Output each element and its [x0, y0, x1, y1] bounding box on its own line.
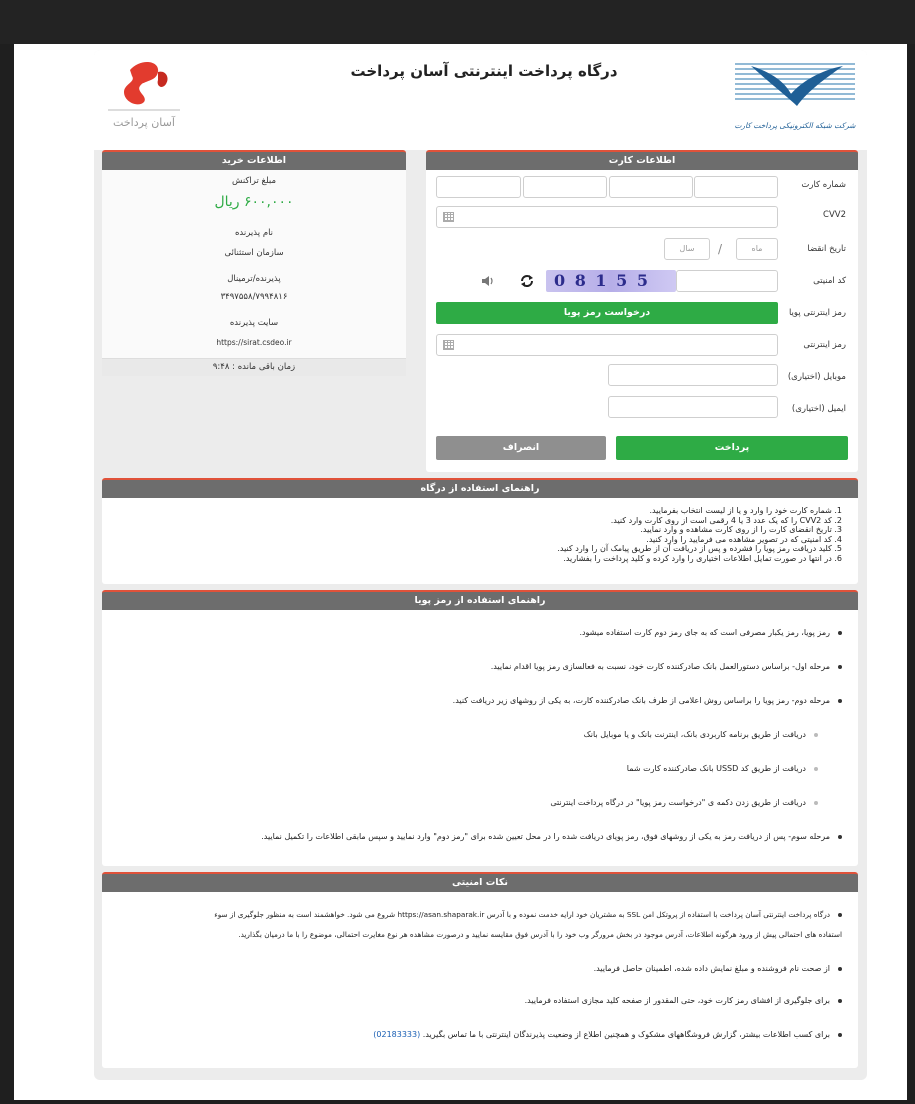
page-background: آسان پرداخت درگاه پرداخت اینترنتی آسان پ… — [14, 44, 907, 1100]
list-item: از صحت نام فروشنده و مبلغ نمایش داده شده… — [122, 964, 842, 973]
timer-bar: زمان باقی مانده : ۹:۴۸ — [102, 358, 406, 376]
amount-label: مبلغ تراکنش — [231, 176, 277, 186]
mobile-input[interactable] — [608, 364, 778, 386]
cancel-button[interactable]: انصراف — [436, 436, 606, 460]
asan-pardakht-logo: آسان پرداخت — [100, 56, 190, 136]
expiry-label: تاریخ انقضا — [807, 244, 846, 254]
merchant-label: نام پذیرنده — [234, 228, 274, 238]
support-phone-link[interactable]: (02183333) — [373, 1030, 420, 1039]
captcha-image: 0 8 1 5 5 — [546, 270, 676, 292]
otp-guide-box: راهنمای استفاده از رمز پویا رمز پویا، رم… — [102, 590, 858, 866]
gateway-guide-box: راهنمای استفاده از درگاه 1. شماره کارت خ… — [102, 478, 858, 584]
list-item: مرحله دوم- رمز پویا را براساس روش اعلامی… — [122, 696, 842, 705]
virtual-keyboard-icon[interactable] — [443, 212, 454, 222]
header: آسان پرداخت درگاه پرداخت اینترنتی آسان پ… — [94, 50, 867, 150]
pay-button[interactable]: پرداخت — [616, 436, 848, 460]
sub-list-item: دریافت از طریق زدن دکمه ی "درخواست رمز پ… — [128, 798, 818, 807]
list-item: 2. کد CVV2 را که یک عدد 3 یا 4 رقمی است … — [610, 515, 842, 525]
captcha-label: کد امنیتی — [813, 276, 846, 286]
amount-value: ۶۰۰,۰۰۰ ریال — [214, 194, 294, 210]
shetab-logo: شرکت شبکه الکترونیکی پرداخت کارت — [731, 58, 859, 140]
dynamic-pin-label: رمز اینترنتی پویا — [788, 308, 846, 318]
security-tips-box: نکات امنیتی درگاه پرداخت اینترنتی آسان پ… — [102, 872, 858, 1068]
cvv2-label: CVV2 — [823, 210, 846, 220]
list-item: 5. کلید دریافت رمز پویا را فشرده و پس از… — [557, 544, 842, 553]
list-item: درگاه پرداخت اینترنتی آسان پرداخت با است… — [102, 910, 842, 919]
list-item: 4. کد امنیتی که در تصویر مشاهده می فرمای… — [646, 534, 842, 544]
list-item: برای کسب اطلاعات بیشتر، گزارش فروشگاههای… — [122, 1030, 842, 1039]
list-item: رمز پویا، رمز یکبار مصرفی است که به جای … — [122, 628, 842, 637]
purchase-info-title: اطلاعات خرید — [102, 150, 406, 170]
otp-guide-title: راهنمای استفاده از رمز پویا — [102, 590, 858, 610]
purchase-info-box: اطلاعات خرید مبلغ تراکنش ۶۰۰,۰۰۰ ریال نا… — [102, 150, 406, 376]
request-otp-button[interactable]: درخواست رمز پویا — [436, 302, 778, 324]
gateway-guide-list: 1. شماره کارت خود را وارد و یا از لیست ا… — [322, 506, 842, 563]
list-item: 6. در انتها در صورت تمایل اطلاعات اختیار… — [563, 553, 842, 563]
time-left: زمان باقی مانده : ۹:۴۸ — [212, 362, 296, 372]
sub-list-item: دریافت از طریق کد USSD بانک صادرکننده کا… — [128, 764, 818, 773]
page-title: درگاه پرداخت اینترنتی آسان پرداخت — [350, 62, 618, 80]
terminal-value: ۳۴۹۷۵۵۸/۷۹۹۴۸۱۶ — [220, 292, 288, 302]
card-number-field-2[interactable] — [523, 176, 607, 198]
terminal-label: پذیرنده/ترمینال — [227, 274, 281, 284]
list-item-continuation: استفاده های احتمالی پیش از ورود هرگونه ا… — [238, 930, 842, 939]
sub-list-item: دریافت از طریق برنامه کاربردی بانک، اینت… — [128, 730, 818, 739]
expiry-year-input[interactable]: سال — [664, 238, 710, 260]
pin-label: رمز اینترنتی — [803, 340, 846, 350]
cvv2-input[interactable] — [436, 206, 778, 228]
site-label: سایت پذیرنده — [229, 318, 279, 328]
captcha-input[interactable] — [676, 270, 778, 292]
browser-top-bar — [0, 0, 915, 44]
captcha-text: 0 8 1 5 5 — [554, 271, 650, 290]
card-number-field-1[interactable] — [436, 176, 521, 198]
card-info-title: اطلاعات کارت — [426, 150, 858, 170]
card-number-field-4[interactable] — [694, 176, 778, 198]
merchant-value: سازمان استثنائی — [224, 248, 284, 258]
gateway-guide-title: راهنمای استفاده از درگاه — [102, 478, 858, 498]
email-input[interactable] — [608, 396, 778, 418]
site-value: https://sirat.csdeo.ir — [216, 338, 292, 347]
card-number-label: شماره کارت — [801, 180, 846, 190]
right-logo-text: شرکت شبکه الکترونیکی پرداخت کارت — [734, 121, 856, 130]
gateway-panel: آسان پرداخت درگاه پرداخت اینترنتی آسان پ… — [94, 50, 867, 1080]
pin-input[interactable] — [436, 334, 778, 356]
left-logo-text: آسان پرداخت — [113, 115, 176, 129]
card-number-field-3[interactable] — [609, 176, 693, 198]
list-item: 1. شماره کارت خود را وارد و یا از لیست ا… — [649, 506, 842, 515]
list-item: برای جلوگیری از افشای رمز کارت خود، حتی … — [122, 996, 842, 1005]
mobile-label: موبایل (اختیاری) — [787, 372, 846, 382]
list-item: 3. تاریخ انقضای کارت را از روی کارت مشاه… — [640, 525, 842, 534]
audio-captcha-icon[interactable] — [480, 273, 496, 289]
list-item: مرحله سوم- پس از دریافت رمز به یکی از رو… — [102, 832, 842, 841]
list-item: مرحله اول- براساس دستورالعمل بانک صادرکن… — [122, 662, 842, 671]
email-label: ایمیل (اختیاری) — [791, 404, 846, 414]
virtual-keyboard-icon[interactable] — [443, 340, 454, 350]
refresh-captcha-icon[interactable] — [518, 272, 536, 290]
expiry-separator: / — [718, 242, 723, 256]
security-tips-title: نکات امنیتی — [102, 872, 858, 892]
expiry-month-input[interactable]: ماه — [736, 238, 778, 260]
card-info-box: اطلاعات کارت شماره کارت CVV2 تاریخ انقضا… — [426, 150, 858, 472]
